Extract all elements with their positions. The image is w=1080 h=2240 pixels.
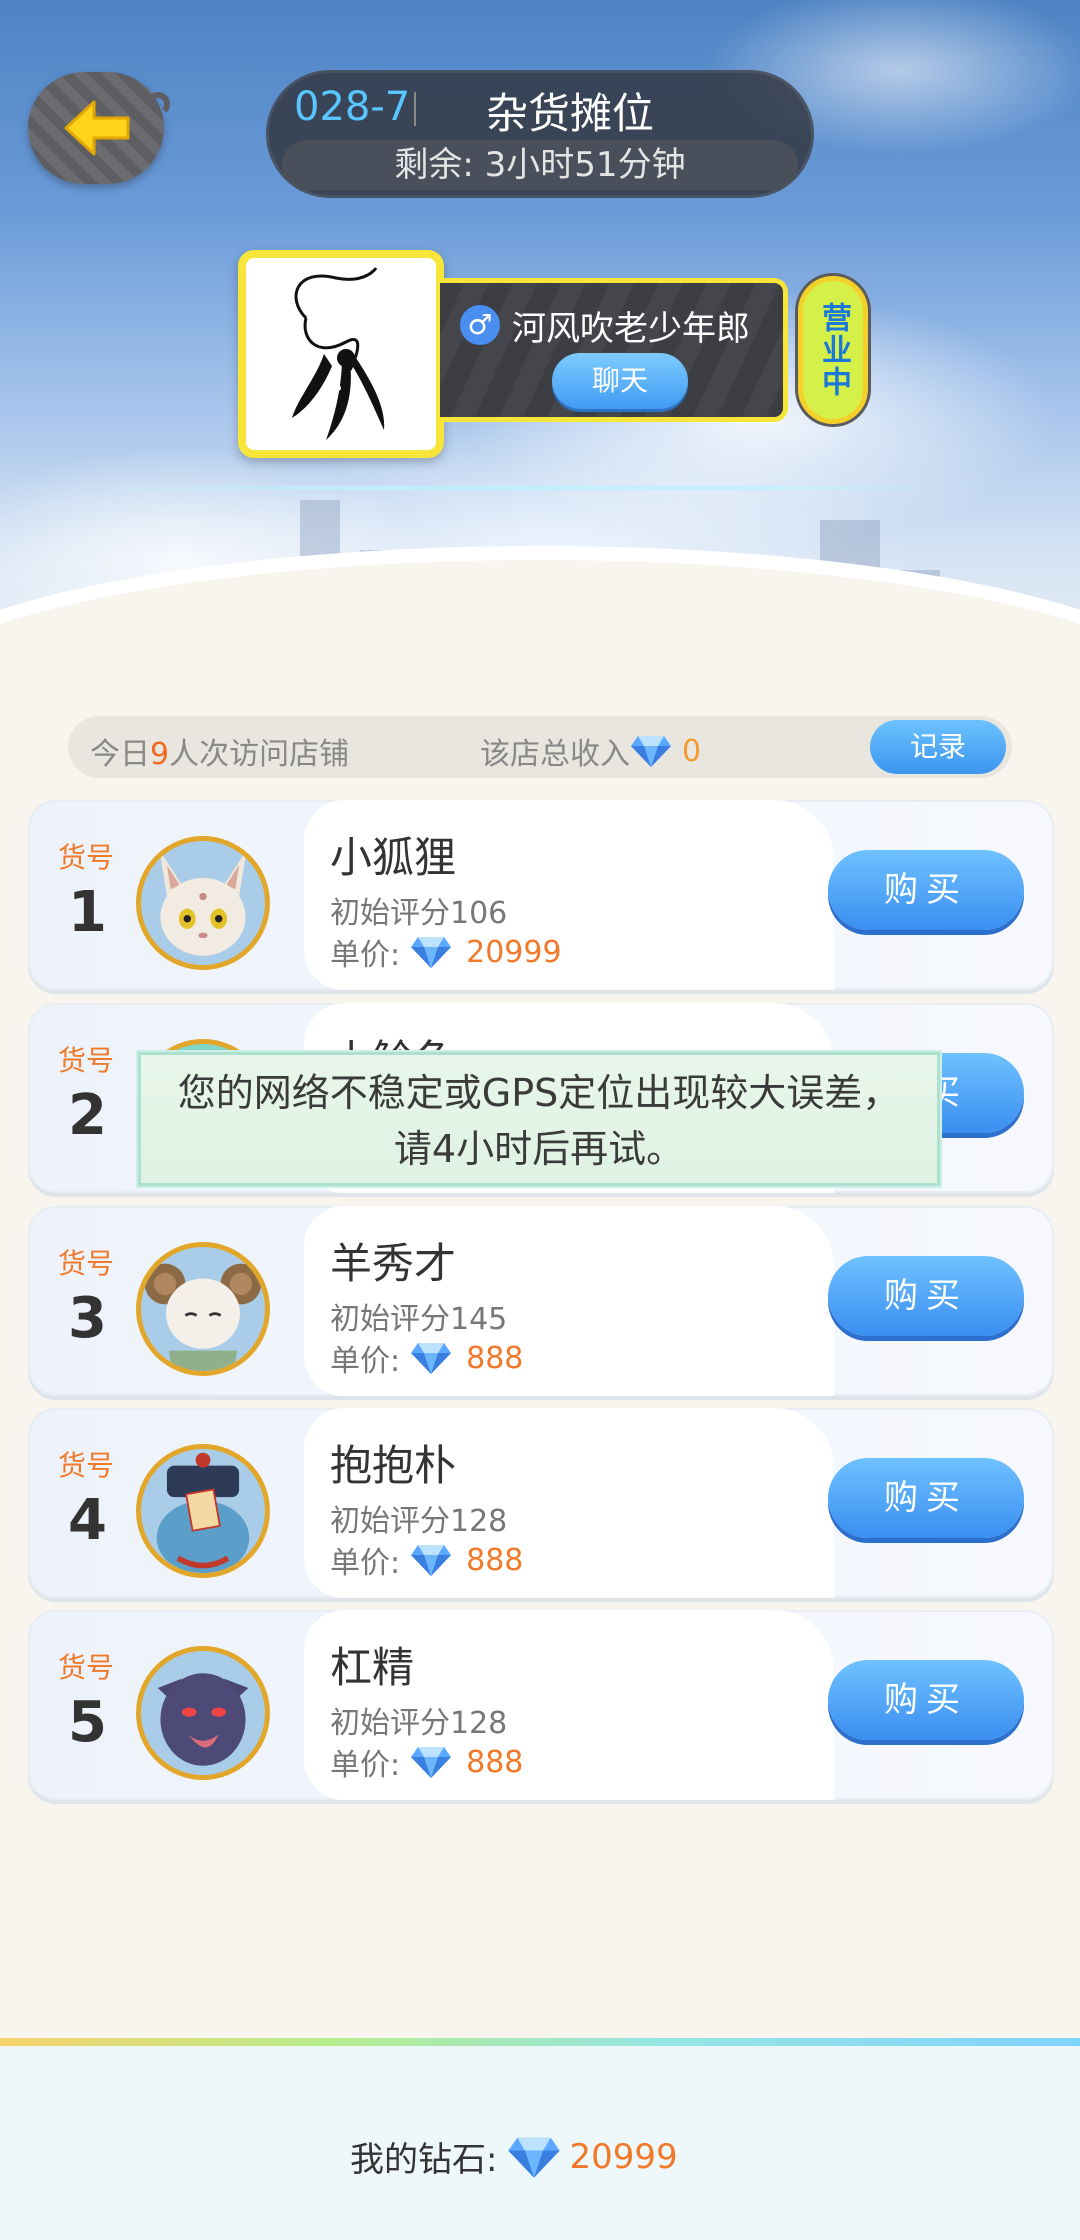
visits-text: 今日9人次访问店铺 <box>90 729 349 773</box>
diamond-icon <box>507 2135 561 2179</box>
item-number: 5 <box>68 1690 107 1755</box>
male-gender-icon: ♂ <box>460 305 500 345</box>
button-tail-decoration <box>146 92 170 116</box>
pet-name: 羊秀才 <box>330 1239 457 1288</box>
status-badge: 营业中 <box>798 276 868 424</box>
diamond-icon <box>630 734 672 768</box>
item-number-label: 货号 <box>58 1449 115 1482</box>
pet-name: 杠精 <box>330 1643 415 1692</box>
pet-name: 抱抱朴 <box>330 1441 457 1490</box>
item-number-label: 货号 <box>58 1044 115 1077</box>
price-value: 20999 <box>466 934 562 970</box>
price-label: 单价: <box>330 938 401 973</box>
jiangshi-avatar-image <box>156 1452 250 1573</box>
pet-price: 单价: 20999 <box>330 930 562 974</box>
pet-avatar <box>136 836 270 970</box>
pet-avatar <box>136 1242 270 1376</box>
sheep-avatar-image <box>144 1263 262 1371</box>
fox-avatar-image <box>159 850 247 956</box>
buy-button[interactable]: 购买 <box>828 1256 1024 1336</box>
pet-price: 单价: 888 <box>330 1538 523 1582</box>
item-number-label: 货号 <box>58 1247 115 1280</box>
pet-score: 初始评分128 <box>330 1504 508 1539</box>
header-divider <box>80 486 1000 490</box>
price-value: 888 <box>466 1340 524 1376</box>
toast-line-1: 您的网络不稳定或GPS定位出现较大误差， <box>177 1071 901 1115</box>
back-button[interactable] <box>28 72 170 184</box>
footer-divider <box>0 2038 1080 2046</box>
pet-name: 小狐狸 <box>330 833 457 882</box>
my-diamond-balance: 我的钻石: 20999 <box>350 2132 678 2181</box>
diamond-icon <box>410 1341 452 1375</box>
network-error-toast: 您的网络不稳定或GPS定位出现较大误差， 请4小时后再试。 <box>138 1052 940 1186</box>
balance-value: 20999 <box>569 2136 678 2177</box>
remaining-time: 剩余: 3小时51分钟 <box>282 140 798 190</box>
stall-title-pill: 028-7 杂货摊位 剩余: 3小时51分钟 <box>266 70 814 198</box>
stall-name: 杂货摊位 <box>486 89 655 138</box>
shop-stats-bar: 今日9人次访问店铺 该店总收入 0 记录 <box>68 716 1012 778</box>
diamond-icon <box>410 1745 452 1779</box>
pet-avatar <box>136 1646 270 1780</box>
diamond-icon <box>410 1543 452 1577</box>
pet-avatar <box>136 1444 270 1578</box>
item-number: 2 <box>68 1083 107 1148</box>
item-number-label: 货号 <box>58 1651 115 1684</box>
seller-name: 河风吹老少年郎 <box>512 309 750 349</box>
list-item: 货号 1 小狐狸 初始评分106 单价: 20999 购买 <box>28 800 1054 990</box>
pet-price: 单价: 888 <box>330 1336 523 1380</box>
feather-avatar-image <box>292 267 385 440</box>
item-number: 3 <box>68 1286 107 1351</box>
diamond-icon <box>410 935 452 969</box>
income-value: 0 <box>682 733 702 769</box>
pet-score: 初始评分106 <box>330 896 508 931</box>
pet-price: 单价: 888 <box>330 1740 523 1784</box>
stall-code: 028-7 <box>294 84 411 130</box>
item-number: 4 <box>68 1488 107 1553</box>
list-item: 货号 3 羊秀才 初始评分145 单价: 888 购买 <box>28 1206 1054 1396</box>
back-arrow-icon <box>64 100 130 156</box>
seller-info-panel: ♂ 河风吹老少年郎 聊天 <box>440 278 788 422</box>
balance-label: 我的钻石: <box>350 2140 498 2180</box>
imp-avatar-image <box>157 1673 249 1766</box>
price-label: 单价: <box>330 1546 401 1581</box>
price-value: 888 <box>466 1744 524 1780</box>
visits-suffix: 人次访问店铺 <box>169 737 350 772</box>
price-value: 888 <box>466 1542 524 1578</box>
list-item: 货号 4 抱抱朴 初始评分128 单价: 888 购买 <box>28 1408 1054 1598</box>
total-income: 该店总收入 0 <box>480 729 701 773</box>
pet-score: 初始评分145 <box>330 1302 508 1337</box>
status-text: 营业中 <box>816 302 851 398</box>
buy-button[interactable]: 购买 <box>828 1660 1024 1740</box>
seller-avatar[interactable] <box>238 250 444 458</box>
visits-prefix: 今日 <box>90 737 150 772</box>
visits-count: 9 <box>150 737 170 772</box>
record-button[interactable]: 记录 <box>870 720 1006 774</box>
buy-button[interactable]: 购买 <box>828 850 1024 930</box>
chat-button[interactable]: 聊天 <box>552 353 688 409</box>
price-label: 单价: <box>330 1344 401 1379</box>
toast-line-2: 请4小时后再试。 <box>393 1127 685 1171</box>
code-separator <box>414 92 416 126</box>
income-label: 该店总收入 <box>480 737 630 772</box>
footer-bar: 我的钻石: 20999 <box>0 2046 1080 2240</box>
item-number-label: 货号 <box>58 841 115 874</box>
list-item: 货号 5 杠精 初始评分128 单价: 888 购买 <box>28 1610 1054 1800</box>
pet-score: 初始评分128 <box>330 1706 508 1741</box>
item-number: 1 <box>68 880 107 945</box>
price-label: 单价: <box>330 1748 401 1783</box>
buy-button[interactable]: 购买 <box>828 1458 1024 1538</box>
